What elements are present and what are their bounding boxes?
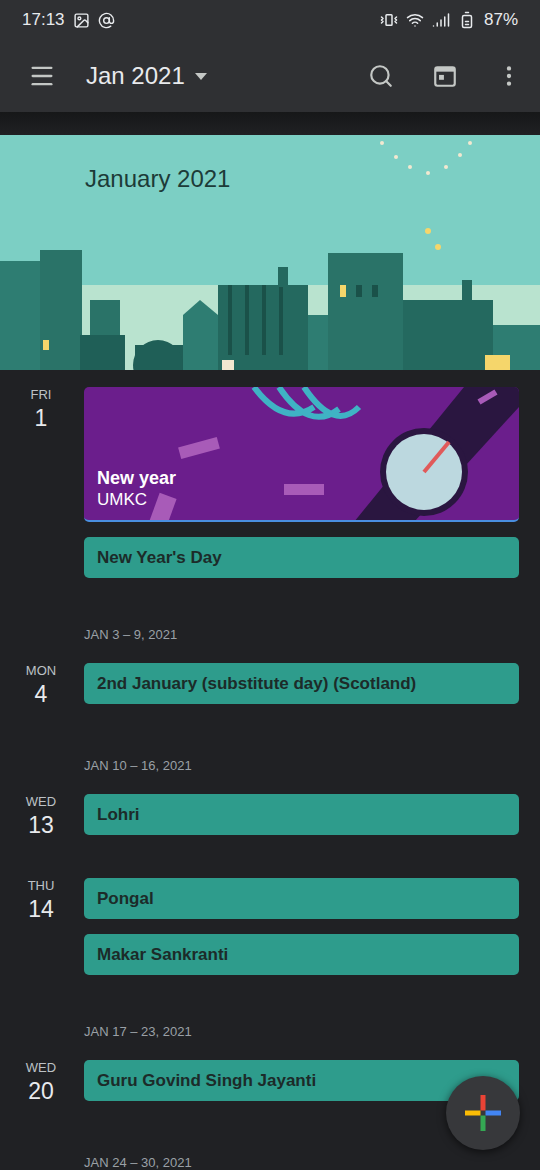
event-illustration-icon — [84, 387, 519, 522]
menu-icon[interactable] — [28, 62, 56, 90]
agenda-day: FRI1New yearUMKCNew Year's Day — [0, 370, 540, 599]
app-bar: Jan 2021 — [0, 40, 540, 112]
banner-title: January 2021 — [85, 165, 230, 192]
event-card[interactable]: Makar Sankranti — [84, 934, 519, 975]
event-subtitle: UMKC — [97, 489, 519, 511]
clock: 17:13 — [22, 7, 65, 33]
event-title: Makar Sankranti — [97, 943, 228, 966]
day-label: MON4 — [0, 663, 84, 709]
week-header: JAN 10 – 16, 2021 — [0, 730, 540, 777]
agenda-day: MON4 2nd January (substitute day) (Scotla… — [0, 646, 540, 730]
event-card[interactable]: 2nd January (substitute day) (Scotland) — [84, 663, 519, 704]
calendar-app: 17:1387%Jan 2021January 2021FRI1New year… — [0, 0, 540, 1170]
event-title: Guru Govind Singh Jayanti — [97, 1069, 316, 1092]
wifi-icon — [406, 11, 424, 29]
event-card[interactable]: New Year's Day — [84, 537, 519, 578]
battery-level: 87% — [484, 7, 518, 33]
week-header: JAN 17 – 23, 2021 — [0, 996, 540, 1043]
event-title: New year — [97, 467, 519, 489]
day-label: FRI1 — [0, 387, 84, 578]
month-banner: January 2021 — [0, 135, 540, 370]
create-button[interactable] — [446, 1076, 520, 1150]
day-label: WED13 — [0, 794, 84, 840]
agenda-day: WED13 Lohri — [0, 777, 540, 861]
week-header: JAN 3 – 9, 2021 — [0, 599, 540, 646]
dropdown-icon — [195, 73, 207, 80]
event-card[interactable]: New yearUMKC — [84, 387, 519, 522]
city-illustration-icon — [0, 135, 540, 370]
agenda-list: FRI1New yearUMKCNew Year's DayJAN 3 – 9,… — [0, 370, 540, 1170]
plus-icon — [465, 1095, 501, 1131]
battery-icon — [458, 11, 476, 29]
day-label: WED20 — [0, 1060, 84, 1106]
event-card[interactable]: Pongal — [84, 878, 519, 919]
signal-icon — [432, 11, 450, 29]
vibrate-icon — [380, 11, 398, 29]
event-title: New Year's Day — [97, 546, 222, 569]
event-title: Lohri — [97, 803, 140, 826]
day-label: THU14 — [0, 878, 84, 975]
today-icon[interactable] — [432, 63, 458, 89]
more-icon[interactable] — [496, 63, 522, 89]
search-icon[interactable] — [368, 63, 394, 89]
event-title: Pongal — [97, 887, 154, 910]
agenda-day: THU14 Pongal Makar Sankranti — [0, 861, 540, 996]
month-selector[interactable]: Jan 2021 — [86, 58, 207, 94]
image-icon — [73, 12, 90, 29]
event-card[interactable]: Lohri — [84, 794, 519, 835]
notification-icon — [98, 12, 115, 29]
event-title: 2nd January (substitute day) (Scotland) — [97, 672, 416, 695]
status-bar: 17:13 87% — [0, 0, 540, 40]
